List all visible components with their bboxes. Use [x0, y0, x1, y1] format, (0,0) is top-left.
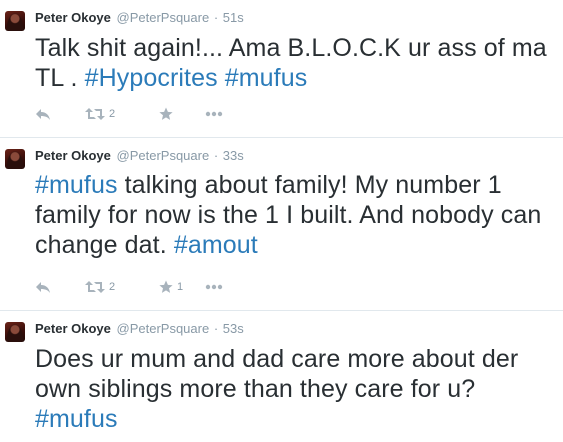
- tweet[interactable]: Peter Okoye @PeterPsquare · 51s Talk shi…: [0, 0, 563, 138]
- hashtag-link[interactable]: #mufus: [225, 64, 308, 92]
- tweet-text-segment: Does ur mum and dad care more about der …: [35, 345, 519, 403]
- reply-button[interactable]: [35, 104, 51, 124]
- retweet-button[interactable]: 2: [85, 104, 115, 124]
- separator: ·: [213, 148, 219, 163]
- tweet[interactable]: Peter Okoye @PeterPsquare · 53s Does ur …: [0, 311, 563, 442]
- more-button[interactable]: [205, 277, 223, 297]
- avatar[interactable]: [5, 149, 25, 169]
- avatar[interactable]: [5, 11, 25, 31]
- timestamp[interactable]: 51s: [223, 10, 244, 25]
- separator: ·: [213, 10, 219, 25]
- hashtag-link[interactable]: #amout: [174, 231, 258, 259]
- retweet-icon: [85, 107, 105, 121]
- retweet-count: 2: [109, 281, 116, 293]
- more-icon: [205, 284, 223, 290]
- reply-icon: [35, 107, 51, 121]
- retweet-button[interactable]: 2: [85, 277, 115, 297]
- reply-button[interactable]: [35, 277, 51, 297]
- avatar[interactable]: [5, 322, 25, 342]
- tweet-text: Does ur mum and dad care more about der …: [35, 344, 555, 434]
- tweet-text: Talk shit again!... Ama B.L.O.C.K ur ass…: [35, 33, 555, 93]
- favorite-count: 1: [177, 281, 184, 293]
- user-handle[interactable]: @PeterPsquare: [117, 10, 210, 25]
- favorite-button[interactable]: 1: [159, 277, 183, 297]
- favorite-button[interactable]: [159, 104, 173, 124]
- user-handle[interactable]: @PeterPsquare: [117, 321, 210, 336]
- timestamp[interactable]: 33s: [223, 148, 244, 163]
- more-button[interactable]: [205, 104, 223, 124]
- tweet-header: Peter Okoye @PeterPsquare · 33s: [35, 148, 244, 164]
- tweet-header: Peter Okoye @PeterPsquare · 53s: [35, 321, 244, 337]
- user-name[interactable]: Peter Okoye: [35, 321, 111, 336]
- hashtag-link[interactable]: #Hypocrites: [85, 64, 218, 92]
- retweet-count: 2: [109, 108, 116, 120]
- tweet-text-segment: [218, 64, 225, 92]
- user-handle[interactable]: @PeterPsquare: [117, 148, 210, 163]
- more-icon: [205, 111, 223, 117]
- user-name[interactable]: Peter Okoye: [35, 148, 111, 163]
- reply-icon: [35, 280, 51, 294]
- timestamp[interactable]: 53s: [223, 321, 244, 336]
- separator: ·: [213, 321, 219, 336]
- user-name[interactable]: Peter Okoye: [35, 10, 111, 25]
- hashtag-link[interactable]: #mufus: [35, 405, 118, 433]
- star-icon: [159, 107, 173, 121]
- tweet[interactable]: Peter Okoye @PeterPsquare · 33s #mufus t…: [0, 138, 563, 311]
- hashtag-link[interactable]: #mufus: [35, 171, 118, 199]
- retweet-icon: [85, 280, 105, 294]
- star-icon: [159, 280, 173, 294]
- tweet-text: #mufus talking about family! My number 1…: [35, 170, 555, 260]
- tweet-header: Peter Okoye @PeterPsquare · 51s: [35, 10, 244, 26]
